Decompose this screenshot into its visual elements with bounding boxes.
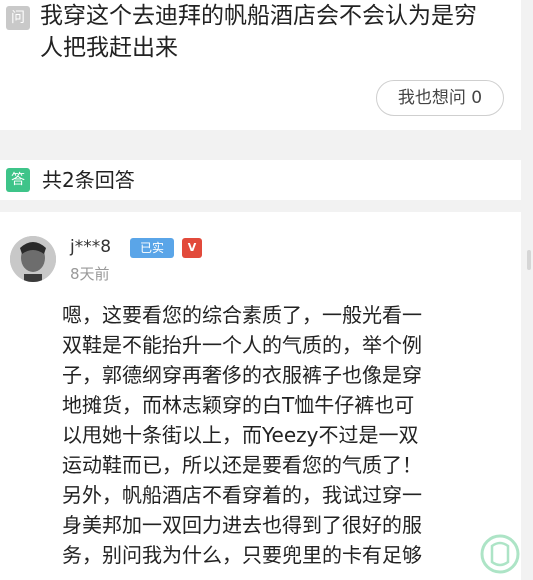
answer-line: 以甩她十条街以上，而Yeezy不过是一双 xyxy=(62,423,419,447)
answer-text: 嗯，这要看您的综合素质了，一般光看一 双鞋是不能抬升一个人的气质的，举个例 子，… xyxy=(62,300,502,570)
answer-line: 身美邦加一双回力进去也得到了很好的服 xyxy=(62,513,422,537)
answer-line: 另外，帆船酒店不看穿着的，我试过穿一 xyxy=(62,483,422,507)
answer-line: 运动鞋而已，所以还是要看您的气质了！ xyxy=(62,453,422,477)
answer-line: 地摊货，而林志颖穿的白T恤牛仔裤也可 xyxy=(62,393,415,417)
avatar-image xyxy=(10,236,56,282)
answer-badge: 答 xyxy=(6,168,30,192)
answer-item: j***8 已实 V 8天前 嗯，这要看您的综合素质了，一般光看一 双鞋是不能抬… xyxy=(0,212,521,580)
me-too-button[interactable]: 我也想问 0 xyxy=(376,80,504,116)
question-card: 问 我穿这个去迪拜的帆船酒店会不会认为是穷 人把我赶出来 我也想问 0 xyxy=(0,0,521,130)
answer-line: 双鞋是不能抬升一个人的气质的，举个例 xyxy=(62,333,422,357)
answer-count: 共2条回答 xyxy=(42,168,135,192)
answer-line: 务，别问我为什么，只要兜里的卡有足够 xyxy=(62,543,422,567)
answer-line: 子，郭德纲穿再奢侈的衣服裤子也像是穿 xyxy=(62,363,422,387)
watermark-icon xyxy=(480,534,520,574)
timestamp: 8天前 xyxy=(70,265,110,283)
question-badge: 问 xyxy=(6,6,30,30)
scrollbar-thumb[interactable] xyxy=(527,250,531,270)
username[interactable]: j***8 xyxy=(70,236,111,258)
answers-header: 答 共2条回答 xyxy=(0,160,521,200)
question-title-line: 人把我赶出来 xyxy=(40,35,178,61)
level-badge: V xyxy=(182,238,202,258)
question-title-line: 我穿这个去迪拜的帆船酒店会不会认为是穷 xyxy=(40,3,477,29)
avatar[interactable] xyxy=(10,236,56,282)
answer-line: 嗯，这要看您的综合素质了，一般光看一 xyxy=(62,303,422,327)
verified-badge: 已实 xyxy=(130,238,174,258)
question-title: 我穿这个去迪拜的帆船酒店会不会认为是穷 人把我赶出来 xyxy=(40,0,510,64)
